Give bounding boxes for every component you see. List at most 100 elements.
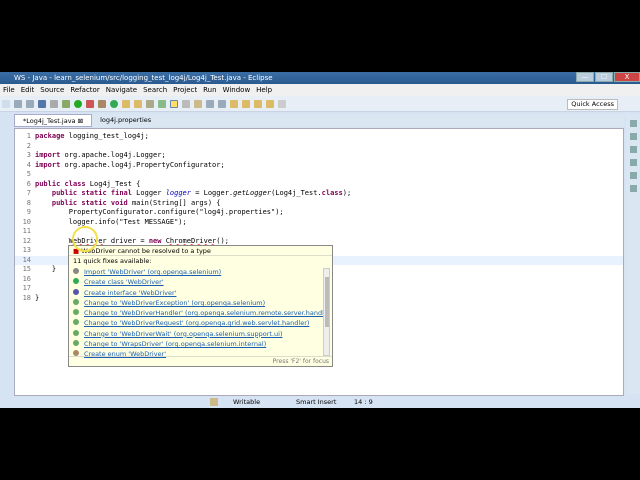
skip-breakpoints-icon[interactable] <box>50 99 58 108</box>
task-icon[interactable] <box>629 146 637 153</box>
menu-refactor[interactable]: Refactor <box>67 84 102 96</box>
annotation-icon[interactable] <box>158 99 166 108</box>
line-number: 11 <box>22 227 31 235</box>
javadoc-icon[interactable] <box>629 185 637 192</box>
quick-fix-label: Change to 'WebDriverWait' (org.openqa.se… <box>84 329 283 338</box>
code-line[interactable]: 9 PropertyConfigurator.configure("log4j.… <box>15 208 623 218</box>
quick-fix-label: Create interface 'WebDriver' <box>84 288 177 297</box>
menu-navigate[interactable]: Navigate <box>103 84 140 96</box>
code-line[interactable]: 1 package logging_test_log4j; <box>15 132 623 142</box>
code-line[interactable]: 2 <box>15 142 623 152</box>
quick-fix-item[interactable]: Create interface 'WebDriver' <box>69 288 324 298</box>
code-line[interactable]: 5 <box>15 170 623 180</box>
toolbar: Quick Access <box>0 96 640 112</box>
line-number: 5 <box>26 170 31 178</box>
quick-fix-label: Change to 'WrapsDriver' (org.openqa.sele… <box>84 340 267 349</box>
quick-fix-item[interactable]: Change to 'WebDriverWait' (org.openqa.se… <box>69 329 324 339</box>
restore-icon[interactable] <box>629 120 637 127</box>
code-line[interactable]: 3 import org.apache.log4j.Logger; <box>15 151 623 161</box>
quick-fix-item[interactable]: Change to 'WebDriverRequest' (org.openqa… <box>69 318 324 328</box>
menu-help[interactable]: Help <box>253 84 275 96</box>
quick-access-input[interactable]: Quick Access <box>567 99 618 110</box>
menu-project[interactable]: Project <box>170 84 200 96</box>
new-icon[interactable] <box>2 99 10 108</box>
code-line[interactable]: 6 public class Log4j_Test { <box>15 180 623 190</box>
quick-fix-count: 11 quick fixes available: <box>73 257 152 265</box>
menu-source[interactable]: Source <box>37 84 67 96</box>
code-line[interactable]: 10 logger.info("Test MESSAGE"); <box>15 218 623 228</box>
console-icon[interactable] <box>629 172 637 179</box>
pin-icon[interactable] <box>218 99 226 108</box>
menu-edit[interactable]: Edit <box>18 84 38 96</box>
line-number: 12 <box>22 236 31 245</box>
popup-scrollbar[interactable] <box>323 268 330 356</box>
quick-fix-popup: ■ WebDriver cannot be resolved to a type… <box>68 245 333 367</box>
save-all-icon[interactable] <box>26 99 34 108</box>
menu-file[interactable]: File <box>0 84 18 96</box>
search-icon[interactable] <box>146 99 154 108</box>
line-number: 15 <box>22 265 31 273</box>
status-bar: Writable Smart Insert 14 : 9 <box>0 396 640 408</box>
quick-fix-icon <box>73 309 79 316</box>
open-folder-icon[interactable] <box>134 99 142 108</box>
mark-occurrences-icon[interactable] <box>170 99 178 108</box>
open-type-icon[interactable] <box>122 99 130 108</box>
status-icon <box>210 398 218 406</box>
quick-fix-item[interactable]: Import 'WebDriver' (org.openqa.selenium) <box>69 267 324 277</box>
terminal-icon[interactable] <box>38 99 46 108</box>
code-text: public static final Logger logger = Logg… <box>51 189 352 197</box>
status-insert-mode: Smart Insert <box>296 398 337 406</box>
run-icon[interactable] <box>74 99 82 108</box>
code-line[interactable]: 8 public static void main(String[] args)… <box>15 199 623 209</box>
toggle-icon[interactable] <box>206 99 214 108</box>
maximize-button[interactable]: ☐ <box>595 72 613 82</box>
code-line[interactable]: 7 public static final Logger logger = Lo… <box>15 189 623 199</box>
scrollbar-thumb[interactable] <box>325 277 329 327</box>
menu-run[interactable]: Run <box>200 84 219 96</box>
debug-icon[interactable] <box>62 99 70 108</box>
external-tools-icon[interactable] <box>86 99 94 108</box>
window-title: WS - Java - learn_selenium/src/logging_t… <box>14 74 273 82</box>
forward-icon[interactable] <box>278 99 286 108</box>
quick-fix-item[interactable]: Change to 'WebDriverException' (org.open… <box>69 298 324 308</box>
tab-log4j-test-java[interactable]: *Log4j_Test.java ⊠ <box>14 114 93 127</box>
problems-icon[interactable] <box>629 159 637 166</box>
next-annotation-icon[interactable] <box>230 99 238 108</box>
tab-close-icon[interactable]: ⊠ <box>78 117 83 125</box>
block-selection-icon[interactable] <box>182 99 190 108</box>
line-number: 8 <box>26 198 31 207</box>
code-text: WebDriver driver = new ChromeDriver(); <box>68 236 229 245</box>
new-class-icon[interactable] <box>110 99 118 108</box>
quick-fix-item[interactable]: Create class 'WebDriver' <box>69 277 324 287</box>
minimize-button[interactable]: — <box>576 72 594 82</box>
menu-window[interactable]: Window <box>220 84 254 96</box>
quick-fix-item[interactable]: Change to 'WebDriverHandler' (org.openqa… <box>69 308 324 318</box>
tab-log4j-properties[interactable]: log4j.properties <box>92 114 159 127</box>
whitespace-icon[interactable] <box>194 99 202 108</box>
prev-annotation-icon[interactable] <box>242 99 250 108</box>
quick-fix-label: Change to 'WebDriverHandler' (org.openqa… <box>84 309 324 318</box>
quick-fix-label: Import 'WebDriver' (org.openqa.selenium) <box>84 268 222 276</box>
code-text: import org.apache.log4j.Logger; <box>35 151 166 159</box>
line-number: 14 <box>22 255 31 264</box>
code-line[interactable]: 4 import org.apache.log4j.PropertyConfigu… <box>15 161 623 171</box>
save-icon[interactable] <box>14 99 22 108</box>
outline-icon[interactable] <box>629 133 637 140</box>
line-number: 3 <box>26 151 31 159</box>
close-button[interactable]: X <box>614 72 640 82</box>
code-text: package logging_test_log4j; <box>35 132 149 140</box>
last-edit-icon[interactable] <box>254 99 262 108</box>
menu-search[interactable]: Search <box>140 84 170 96</box>
code-line[interactable]: 11 <box>15 227 623 237</box>
quick-fix-item[interactable]: Change to 'WrapsDriver' (org.openqa.sele… <box>69 339 324 349</box>
back-icon[interactable] <box>266 99 274 108</box>
new-package-icon[interactable] <box>98 99 106 108</box>
tab-label: log4j.properties <box>100 116 152 124</box>
line-number: 10 <box>22 217 31 226</box>
line-number: 1 <box>26 132 31 140</box>
line-number: 7 <box>26 189 31 197</box>
title-bar: WS - Java - learn_selenium/src/logging_t… <box>0 72 640 84</box>
quick-fix-icon <box>73 329 79 336</box>
status-cursor-position: 14 : 9 <box>354 398 373 406</box>
code-text: } <box>35 293 40 302</box>
